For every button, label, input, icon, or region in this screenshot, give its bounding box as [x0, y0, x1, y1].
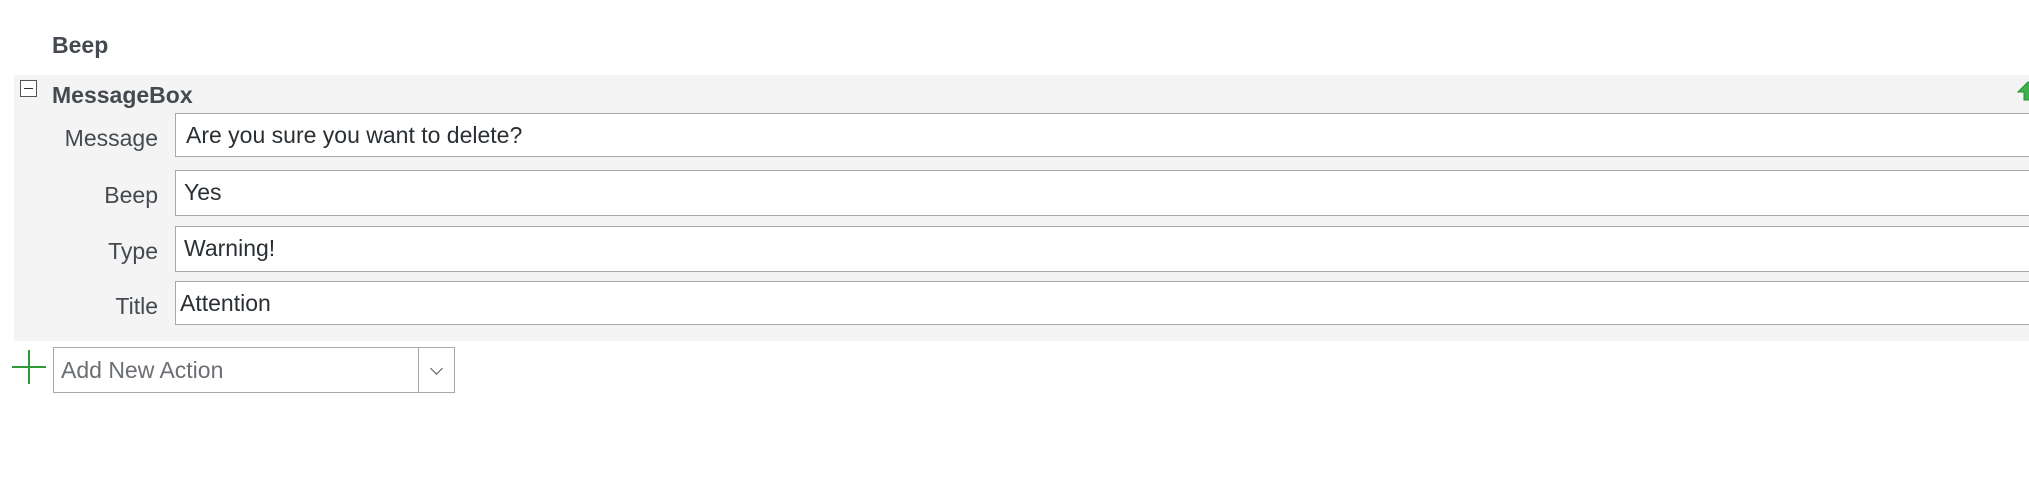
- param-label: Type: [108, 238, 158, 264]
- action-title-messagebox[interactable]: MessageBox: [52, 82, 193, 109]
- param-row-type: Type Warning!: [14, 226, 2029, 272]
- param-label: Message: [64, 125, 158, 151]
- plus-icon[interactable]: [12, 350, 46, 384]
- chevron-down-icon: [430, 362, 443, 375]
- dropdown-button[interactable]: [418, 348, 454, 392]
- param-row-message: Message Are you sure you want to delete?: [14, 113, 2029, 159]
- action-title-beep[interactable]: Beep: [52, 32, 108, 59]
- collapse-icon[interactable]: [20, 80, 37, 97]
- beep-field[interactable]: Yes: [175, 170, 2029, 216]
- add-new-action-placeholder: Add New Action: [61, 357, 224, 383]
- param-row-title: Title Attention: [14, 281, 2029, 327]
- add-new-action-dropdown[interactable]: Add New Action: [53, 347, 455, 393]
- param-label: Title: [115, 293, 158, 319]
- param-label: Beep: [104, 182, 158, 208]
- param-row-beep: Beep Yes: [14, 170, 2029, 216]
- messagebox-action-block: MessageBox Message Are you sure you want…: [14, 75, 2029, 341]
- type-field[interactable]: Warning!: [175, 226, 2029, 272]
- title-field[interactable]: Attention: [175, 281, 2029, 325]
- move-up-icon[interactable]: [2017, 81, 2029, 101]
- message-field[interactable]: Are you sure you want to delete?: [175, 113, 2029, 157]
